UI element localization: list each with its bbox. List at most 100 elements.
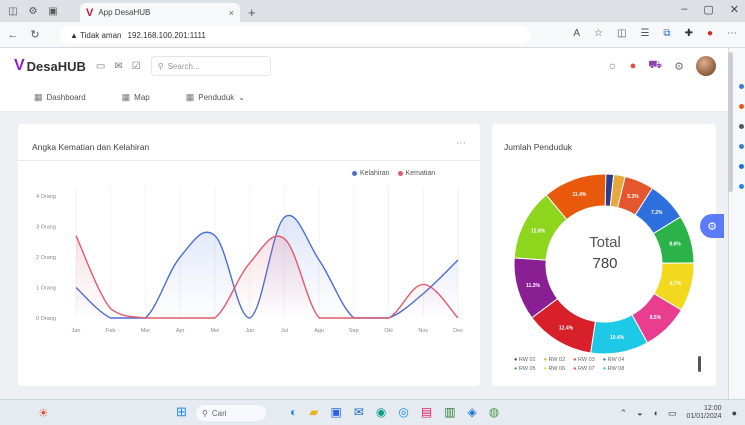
logo-mark-icon: V (14, 57, 25, 74)
slice-label: 7.2% (651, 210, 663, 216)
notification-icon[interactable]: ● (630, 60, 637, 72)
profile-icon[interactable]: ● (707, 28, 713, 39)
app-header: V DesaHUB ▭ ✉ ☑ ⚲ Search... ☼ ● ⛟ ⚙ (0, 48, 728, 84)
logo[interactable]: V DesaHUB (14, 57, 86, 75)
system-tray: ⌃ ◒ ◖ ▭ 12:00 01/01/2024 ● (620, 405, 737, 421)
clock-time: 12:00 (704, 405, 722, 412)
taskbar-search-input[interactable]: ⚲ Cari (196, 405, 266, 421)
chat-app-icon[interactable]: ◍ (489, 405, 499, 419)
split-screen-icon[interactable]: ◫ (617, 28, 626, 39)
widgets-icon[interactable]: ◐ (290, 405, 297, 419)
new-tab-button[interactable]: + (248, 5, 256, 20)
nav-item-map[interactable]: ▦ Map (122, 92, 150, 103)
back-icon[interactable]: ← (4, 29, 22, 41)
url-field[interactable]: ▲ Tidak aman 192.168.100.201:1111 (60, 26, 530, 44)
chrome-icon[interactable]: ◎ (398, 405, 408, 419)
x-tick-label: Mei (210, 328, 219, 334)
mail-icon[interactable]: ✉ (354, 405, 364, 419)
header-actions: ☼ ● ⛟ ⚙ (608, 56, 716, 76)
x-tick-label: Sep (349, 328, 359, 334)
x-tick-label: Apr (176, 328, 185, 334)
volume-icon[interactable]: ◖ (653, 408, 658, 418)
legend-item[interactable]: ● RW 01 (514, 356, 536, 365)
tab-title: App DesaHUB (98, 8, 151, 17)
minimize-button[interactable]: – (681, 3, 687, 16)
legend-item[interactable]: ● RW 07 (573, 365, 595, 374)
vscode-icon[interactable]: ◈ (468, 405, 477, 419)
sidebar-outlook-icon[interactable] (739, 184, 744, 189)
slice-label: 12.4% (559, 325, 574, 331)
file-explorer-icon[interactable]: ▰ (309, 405, 318, 419)
browser-toolbar-icons: A ☆ ◫ ☰ ⧉ ✚ ● ⋯ (573, 28, 737, 39)
app-name: DesaHUB (26, 58, 86, 74)
legend-row: ● RW 05 ● RW 06 ● RW 07 ● RW 08 (514, 365, 684, 374)
x-tick-label: Feb (106, 328, 115, 334)
battery-icon[interactable]: ▭ (668, 408, 677, 419)
tab-actions-icon[interactable]: ▣ (46, 4, 60, 18)
wifi-icon[interactable]: ◒ (637, 408, 642, 418)
sidebar-office-icon[interactable] (739, 164, 744, 169)
favorites-icon[interactable]: ☰ (640, 28, 649, 39)
slice-label: 12.8% (531, 228, 546, 234)
tray-expand-icon[interactable]: ⌃ (620, 408, 628, 419)
edge-browser-icon[interactable]: ◉ (376, 405, 386, 419)
store-icon[interactable]: ▣ (330, 405, 341, 419)
nav-item-penduduk[interactable]: ▦ Penduduk ⌄ (186, 92, 245, 103)
browser-tab[interactable]: V App DesaHUB × (80, 3, 240, 22)
clock[interactable]: 12:00 01/01/2024 (687, 405, 722, 421)
settings-gear-icon[interactable]: ⚙ (674, 60, 684, 73)
x-tick-label: Jun (245, 328, 254, 334)
not-secure-label[interactable]: ▲ Tidak aman (70, 31, 122, 40)
read-aloud-icon[interactable]: A (573, 28, 580, 39)
legend-item[interactable]: ● RW 05 (514, 365, 536, 374)
refresh-icon[interactable]: ↻ (26, 28, 44, 41)
favorite-star-icon[interactable]: ☆ (594, 28, 603, 39)
collections-icon[interactable]: ⧉ (663, 28, 670, 39)
more-menu-icon[interactable]: ⋯ (727, 28, 737, 39)
terminal-icon[interactable]: ▥ (444, 405, 455, 419)
line-chart: 0 Orang 1 Orang 2 Orang 3 Orang 4 Orang Jan Fe… (36, 186, 463, 334)
page-scrollbar[interactable] (728, 52, 733, 192)
cart-icon[interactable]: ⛟ (648, 59, 662, 73)
customizer-button[interactable]: ⚙ (700, 214, 724, 238)
sidebar-games-icon[interactable] (739, 144, 744, 149)
nav-item-label: Penduduk (198, 93, 235, 102)
extensions-icon[interactable]: ✚ (685, 28, 693, 39)
workspaces-icon[interactable]: ⚙ (26, 4, 40, 18)
maximize-button[interactable]: ▢ (703, 3, 713, 16)
legend-item[interactable]: ● RW 03 (573, 356, 595, 365)
legend-item[interactable]: ● RW 08 (603, 365, 625, 374)
chat-icon[interactable]: ✉ (114, 61, 122, 72)
search-input[interactable]: ⚲ Search... (150, 56, 271, 76)
windows-start-icon[interactable]: ⊞ (176, 405, 188, 418)
avatar[interactable] (696, 56, 716, 76)
close-window-button[interactable]: ✕ (730, 3, 739, 16)
app-favicon-icon: V (86, 6, 94, 19)
slice-label: 11.3% (526, 283, 540, 289)
legend-item[interactable]: ● RW 02 (544, 356, 566, 365)
tab-close-icon[interactable]: × (229, 8, 234, 18)
notification-center-icon[interactable]: ● (732, 408, 737, 418)
calendar-icon[interactable]: ▭ (96, 61, 105, 72)
legend-item[interactable]: ● RW 06 (544, 365, 566, 374)
legend-item[interactable]: ● RW 04 (603, 356, 625, 365)
y-tick-label: 3 Orang (36, 225, 56, 231)
clock-date: 01/01/2024 (686, 413, 722, 420)
nav-item-dashboard[interactable]: ▦ Dashboard (34, 92, 86, 103)
browser-menu-icon[interactable]: ◫ (6, 4, 20, 18)
y-tick-label: 1 Orang (36, 286, 56, 292)
theme-toggle-icon[interactable]: ☼ (608, 60, 618, 72)
checklist-icon[interactable]: ☑ (132, 61, 141, 72)
photos-icon[interactable]: ▤ (421, 405, 432, 419)
legend-label: RW 02 (548, 357, 566, 363)
sidebar-tools-icon[interactable] (739, 124, 744, 129)
slice-label: 5.3% (627, 194, 639, 200)
main-nav: ▦ Dashboard ▦ Map ▦ Penduduk ⌄ (0, 84, 728, 112)
legend-scrollbar[interactable] (698, 356, 701, 372)
legend-label: RW 04 (607, 357, 625, 363)
sidebar-shopping-icon[interactable] (739, 104, 744, 109)
slice-label: 11.4% (572, 192, 586, 198)
weather-icon[interactable]: ☀ (38, 406, 49, 420)
x-tick-label: Jan (72, 328, 81, 334)
sidebar-search-icon[interactable] (739, 84, 744, 89)
